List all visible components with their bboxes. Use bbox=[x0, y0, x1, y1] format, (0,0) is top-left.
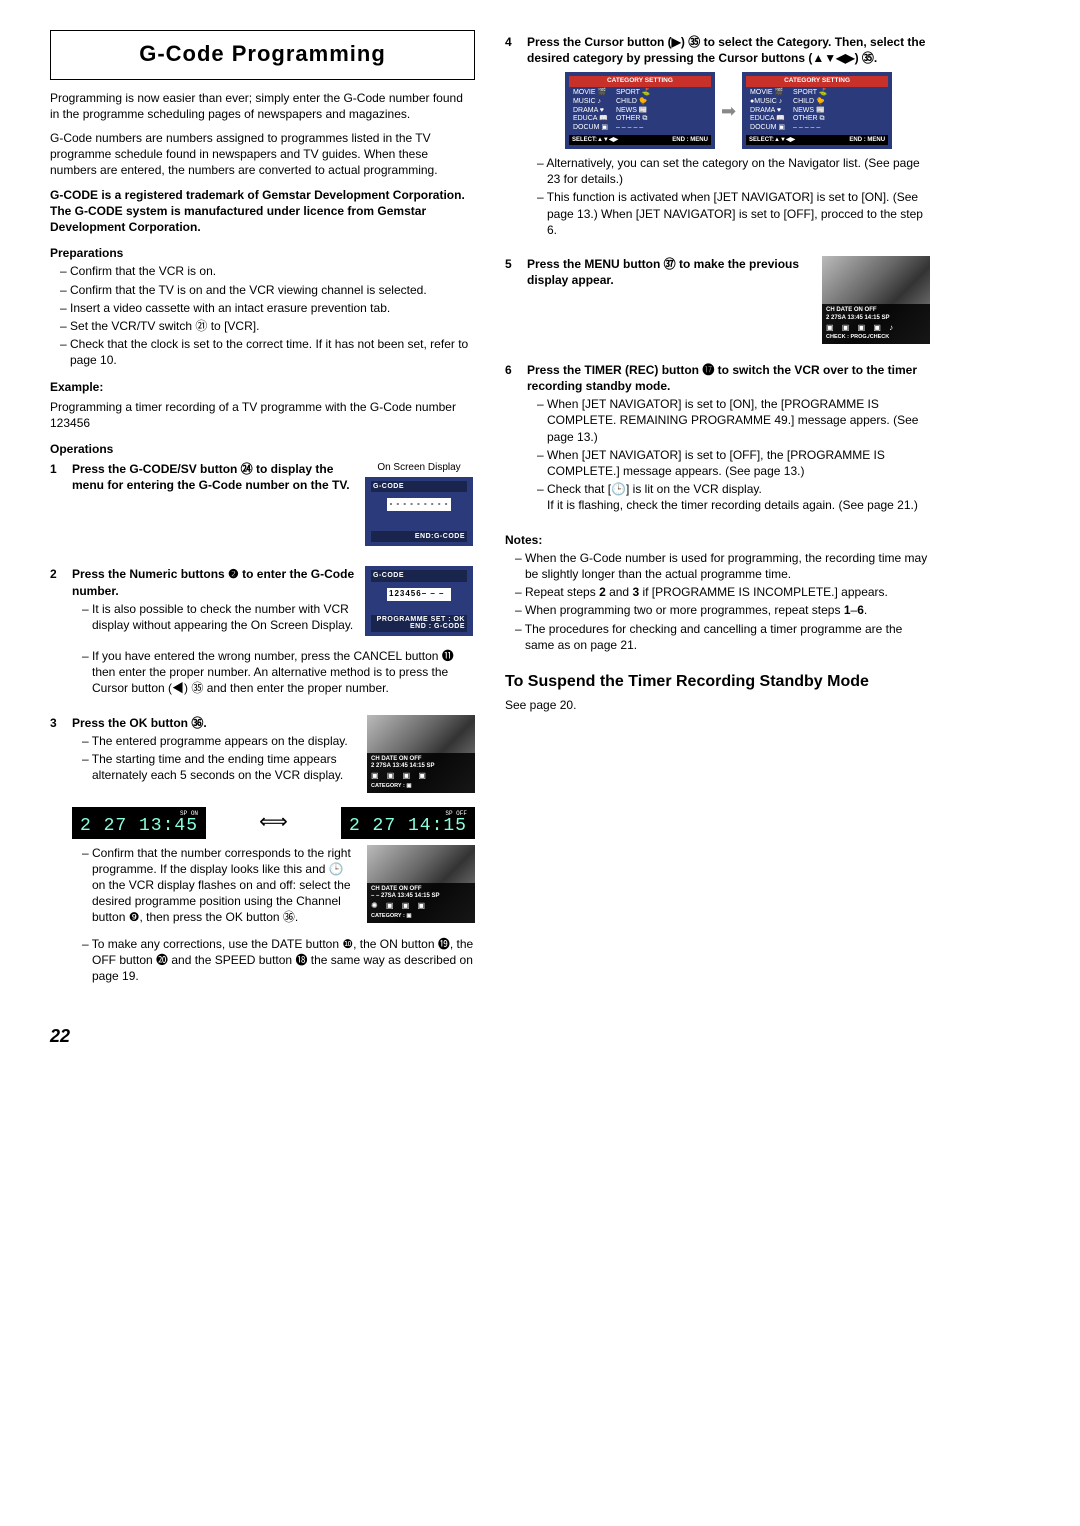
example-body: Programming a timer recording of a TV pr… bbox=[50, 399, 475, 431]
prep-item: Confirm that the TV is on and the VCR vi… bbox=[50, 282, 475, 298]
step-number: 3 bbox=[50, 715, 62, 993]
trademark-note: G-CODE is a registered trademark of Gems… bbox=[50, 187, 475, 236]
lcd-off: SP OFF 2 27 14:15 bbox=[341, 807, 475, 839]
step-6-head: Press the TIMER (REC) button ⓱ to switch… bbox=[527, 363, 917, 393]
step-5-head: Press the MENU button ㊲ to make the prev… bbox=[527, 257, 799, 287]
step-6-sub: Check that [🕒] is lit on the VCR display… bbox=[527, 481, 930, 513]
intro-paragraph-2: G-Code numbers are numbers assigned to p… bbox=[50, 130, 475, 179]
prep-item: Check that the clock is set to the corre… bbox=[50, 336, 475, 368]
step-2-sub: If you have entered the wrong number, pr… bbox=[72, 648, 475, 697]
notes-heading: Notes: bbox=[505, 532, 930, 548]
step-4-sub: This function is activated when [JET NAV… bbox=[527, 189, 930, 238]
osd-thumbnail-1: CH DATE ON OFF 2 27SA 13:45 14:15 SP ▣ ▣… bbox=[367, 715, 475, 793]
step-number: 4 bbox=[505, 34, 517, 246]
preparations-heading: Preparations bbox=[50, 245, 475, 261]
suspend-heading: To Suspend the Timer Recording Standby M… bbox=[505, 671, 930, 693]
note-item: The procedures for checking and cancelli… bbox=[505, 621, 930, 653]
step-number: 6 bbox=[505, 362, 517, 522]
category-setting-diagram: CATEGORY SETTING MOVIE 🎬MUSIC ♪DRAMA ♥ED… bbox=[527, 72, 930, 149]
example-heading: Example: bbox=[50, 379, 475, 395]
category-box-1: CATEGORY SETTING MOVIE 🎬MUSIC ♪DRAMA ♥ED… bbox=[565, 72, 715, 149]
notes-list: When the G-Code number is used for progr… bbox=[505, 550, 930, 653]
step-3-head: Press the OK button ㊱. bbox=[72, 716, 207, 730]
step-4-head: Press the Cursor button (▶) ㉟ to select … bbox=[527, 35, 925, 65]
lcd-on: SP ON 2 27 13:45 bbox=[72, 807, 206, 839]
page-title: G-Code Programming bbox=[50, 30, 475, 80]
step-number: 1 bbox=[50, 461, 62, 556]
step-3-sub: To make any corrections, use the DATE bu… bbox=[72, 936, 475, 985]
note-item: Repeat steps 2 and 3 if [PROGRAMME IS IN… bbox=[505, 584, 930, 600]
step-4-sub: Alternatively, you can set the category … bbox=[527, 155, 930, 187]
step-6-sub: When [JET NAVIGATOR] is set to [ON], the… bbox=[527, 396, 930, 445]
step-number: 5 bbox=[505, 256, 517, 352]
prep-item: Confirm that the VCR is on. bbox=[50, 263, 475, 279]
step-2-head: Press the Numeric buttons ❷ to enter the… bbox=[72, 567, 354, 597]
arrow-right-icon: ➡ bbox=[721, 99, 736, 123]
step-number: 2 bbox=[50, 566, 62, 704]
osd-screen-1: G-CODE - - - - - - - - - END:G-CODE bbox=[365, 477, 473, 547]
prep-item: Insert a video cassette with an intact e… bbox=[50, 300, 475, 316]
osd-thumbnail-3: CH DATE ON OFF 2 27SA 13:45 14:15 SP ▣ ▣… bbox=[822, 256, 930, 344]
vcr-lcd-toggle: SP ON 2 27 13:45 ⟺ SP OFF 2 27 14:15 bbox=[72, 807, 475, 839]
operations-heading: Operations bbox=[50, 441, 475, 457]
preparations-list: Confirm that the VCR is on. Confirm that… bbox=[50, 263, 475, 368]
page-number: 22 bbox=[50, 1024, 930, 1048]
category-box-2: CATEGORY SETTING MOVIE 🎬●MUSIC ♪DRAMA ♥E… bbox=[742, 72, 892, 149]
double-arrow-icon: ⟺ bbox=[259, 809, 288, 836]
osd-caption: On Screen Display bbox=[363, 461, 475, 475]
osd-thumbnail-2: CH DATE ON OFF – – 27SA 13:45 14:15 SP ✺… bbox=[367, 845, 475, 923]
prep-item: Set the VCR/TV switch ㉑ to [VCR]. bbox=[50, 318, 475, 334]
note-item: When the G-Code number is used for progr… bbox=[505, 550, 930, 582]
step-1-text: Press the G-CODE/SV button ㉔ to display … bbox=[72, 462, 350, 492]
note-item: When programming two or more programmes,… bbox=[505, 602, 930, 618]
intro-paragraph-1: Programming is now easier than ever; sim… bbox=[50, 90, 475, 122]
step-6-sub: When [JET NAVIGATOR] is set to [OFF], th… bbox=[527, 447, 930, 479]
suspend-body: See page 20. bbox=[505, 697, 930, 713]
osd-screen-2: G-CODE 123456– – – PROGRAMME SET : OK EN… bbox=[365, 566, 473, 636]
